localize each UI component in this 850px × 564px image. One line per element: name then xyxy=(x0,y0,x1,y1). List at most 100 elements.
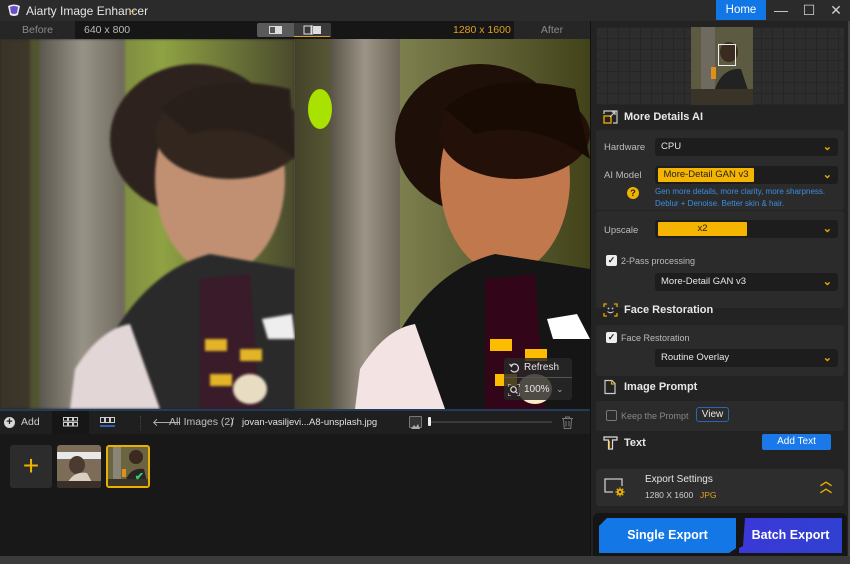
help-icon[interactable]: ? xyxy=(627,187,639,199)
processed-check-icon: ✔ xyxy=(134,471,144,483)
export-settings-icon xyxy=(604,478,625,497)
collapse-chevron-icon[interactable]: ︿ ︿ xyxy=(820,475,832,494)
view-prompt-button[interactable]: View xyxy=(696,407,729,422)
add-text-button[interactable]: Add Text xyxy=(762,434,831,450)
two-pass-model-dropdown[interactable]: More-Detail GAN v3 ⌄ xyxy=(655,273,838,291)
thumbnail-image xyxy=(57,445,101,488)
export-buttons: Single Export Batch Export xyxy=(593,513,847,556)
image-compare-canvas[interactable] xyxy=(0,39,590,409)
keep-prompt-checkbox[interactable] xyxy=(606,410,617,421)
ai-model-description-1: Gen more details, more clarity, more sha… xyxy=(655,187,826,196)
home-button[interactable]: Home xyxy=(716,0,766,20)
face-restoration-checkbox[interactable]: ✓ xyxy=(606,332,617,343)
breadcrumb-current-file: jovan-vasiljevi...A8-unsplash.jpg xyxy=(242,417,378,428)
before-label: Before xyxy=(0,21,75,39)
image-prompt-card: Keep the Prompt View xyxy=(596,401,844,431)
two-pass-label: 2-Pass processing xyxy=(621,256,696,266)
zoom-level-dropdown[interactable]: 100% ⌄ xyxy=(504,379,572,400)
image-prompt-header: Image Prompt xyxy=(591,376,849,398)
section-title: More Details AI xyxy=(624,111,704,123)
export-resolution: 1280 X 1600 xyxy=(645,490,694,500)
chevron-down-icon: ⌄ xyxy=(822,141,832,153)
before-image xyxy=(0,39,295,409)
after-image xyxy=(295,39,590,409)
section-title: Text xyxy=(624,437,646,449)
portrait-photo-after xyxy=(295,39,590,409)
filmstrip: + ✔ xyxy=(0,434,590,556)
zoom-icon xyxy=(508,384,520,396)
after-resolution: 1280 x 1600 xyxy=(453,24,511,36)
ai-model-card: Hardware CPU ⌄ AI Model More-Detail GAN … xyxy=(596,130,844,210)
face-scan-icon xyxy=(603,303,618,317)
ai-model-dropdown[interactable]: More-Detail GAN v3 ⌄ xyxy=(655,166,838,184)
zoom-level: 100% xyxy=(524,384,550,395)
single-export-button[interactable]: Single Export xyxy=(599,518,736,553)
hardware-value: CPU xyxy=(661,141,682,152)
ai-model-description-2: Deblur + Denoise. Better skin & hair. xyxy=(655,199,785,208)
export-format: JPG xyxy=(700,490,717,500)
keep-prompt-label: Keep the Prompt xyxy=(621,411,689,421)
chevron-down-icon: ⌄ xyxy=(822,276,832,288)
upscale-dropdown[interactable]: x2 ⌄ xyxy=(655,220,838,238)
hardware-label: Hardware xyxy=(604,142,646,153)
add-label: Add xyxy=(21,416,40,428)
chevron-down-icon: ⌄ xyxy=(556,384,564,394)
refresh-icon xyxy=(509,363,519,373)
ai-model-value: More-Detail GAN v3 xyxy=(658,168,754,182)
export-settings-card[interactable]: Export Settings 1280 X 1600 JPG ︿ ︿ xyxy=(596,469,844,506)
settings-panel: More Details AI Hardware CPU ⌄ AI Model … xyxy=(590,21,850,556)
view-mode-toggle xyxy=(257,23,331,37)
more-details-ai-header: More Details AI xyxy=(591,106,849,128)
add-image-tile[interactable]: + xyxy=(10,445,52,488)
add-image-button[interactable]: + Add xyxy=(0,411,52,434)
split-divider[interactable] xyxy=(294,39,295,409)
toolbar-divider xyxy=(140,416,141,430)
before-resolution: 640 x 800 xyxy=(84,24,131,36)
thumbnail-2-selected[interactable]: ✔ xyxy=(106,445,150,488)
refresh-button[interactable]: Refresh xyxy=(504,358,572,378)
image-navigator[interactable] xyxy=(596,27,844,105)
compare-bar: Before 640 x 800 1280 x 1600 After xyxy=(0,21,590,39)
trash-icon[interactable] xyxy=(562,416,573,429)
plus-circle-icon: + xyxy=(4,417,15,428)
upscale-label: Upscale xyxy=(604,225,639,236)
preview-controls: Refresh 100% ⌄ xyxy=(504,358,572,400)
thumbnail-1[interactable] xyxy=(57,445,101,488)
face-restoration-header: Face Restoration xyxy=(591,299,849,321)
close-button[interactable]: ✕ xyxy=(822,0,850,20)
export-settings-title: Export Settings xyxy=(645,474,713,485)
document-icon xyxy=(604,379,616,395)
batch-export-button[interactable]: Batch Export xyxy=(739,518,842,553)
strip-view-button[interactable] xyxy=(89,411,126,434)
split-view-button[interactable] xyxy=(257,23,294,37)
chevron-down-icon: ⌄ xyxy=(822,223,832,235)
section-title: Face Restoration xyxy=(624,304,714,316)
breadcrumb-separator: / xyxy=(231,416,234,428)
face-restoration-label: Face Restoration xyxy=(621,333,690,343)
grid-view-button[interactable] xyxy=(52,411,89,434)
face-restoration-mode-dropdown[interactable]: Routine Overlay ⌄ xyxy=(655,349,838,367)
breadcrumb-all-images[interactable]: All Images (2) xyxy=(169,411,234,434)
thumbnail-size-slider[interactable] xyxy=(428,421,552,423)
maximize-button[interactable]: ☐ xyxy=(795,0,823,20)
app-logo-icon xyxy=(8,4,20,16)
filmstrip-icon xyxy=(100,417,115,427)
horizontal-scrollbar[interactable] xyxy=(0,556,850,564)
upscale-card: Upscale x2 ⌄ ✓ 2-Pass processing More-De… xyxy=(596,211,844,308)
face-restoration-mode-value: Routine Overlay xyxy=(661,352,730,363)
face-restoration-card: ✓ Face Restoration Routine Overlay ⌄ xyxy=(596,325,844,376)
minimize-button[interactable]: — xyxy=(767,0,795,20)
hardware-dropdown[interactable]: CPU ⌄ xyxy=(655,138,838,156)
two-pass-checkbox[interactable]: ✓ xyxy=(606,255,617,266)
refresh-label: Refresh xyxy=(524,362,560,373)
two-pass-model-value: More-Detail GAN v3 xyxy=(661,276,746,287)
after-label: After xyxy=(514,21,590,39)
thumbnail-size-icon xyxy=(409,416,422,429)
enlarge-icon xyxy=(603,110,618,124)
section-title: Image Prompt xyxy=(624,381,698,393)
app-menu-chevron-icon[interactable]: ⌄ xyxy=(128,3,137,16)
portrait-photo-before xyxy=(0,39,295,409)
side-by-side-view-button[interactable] xyxy=(294,23,331,37)
navigator-viewport-box[interactable] xyxy=(718,44,736,66)
chevron-down-icon: ⌄ xyxy=(822,169,832,181)
